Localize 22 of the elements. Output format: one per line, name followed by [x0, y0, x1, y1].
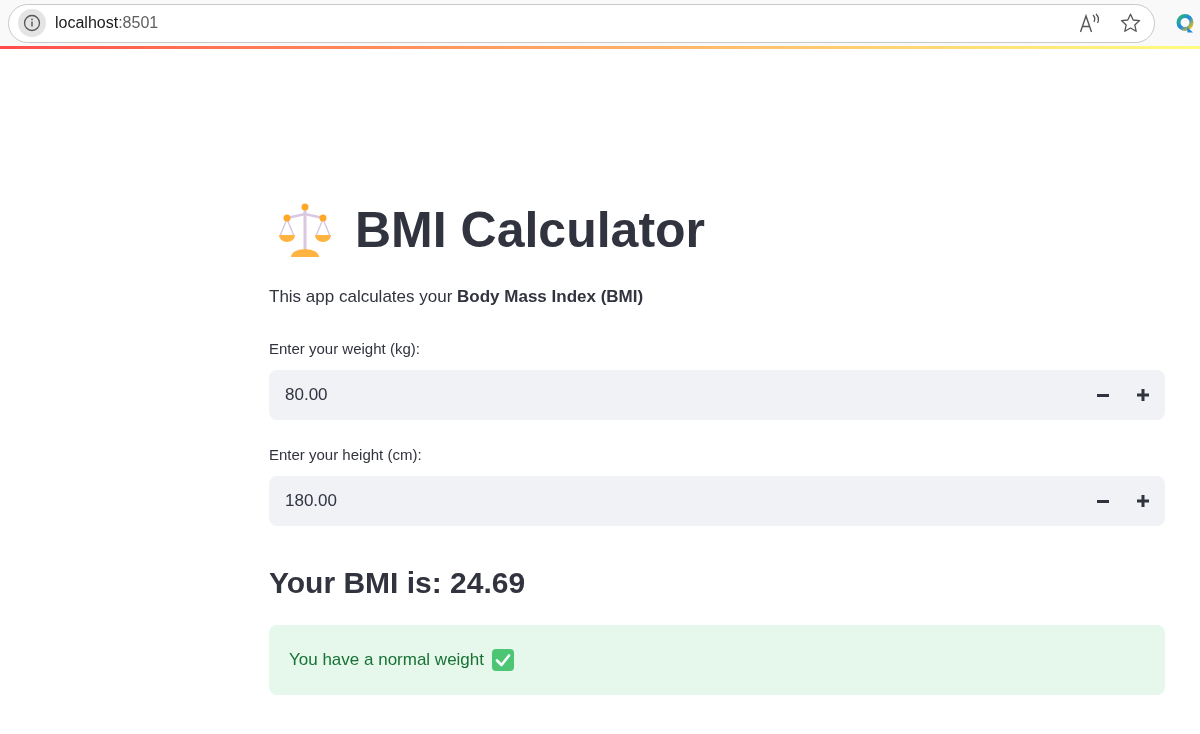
check-icon: [492, 649, 514, 671]
increment-button[interactable]: [1123, 476, 1165, 526]
info-icon[interactable]: [18, 9, 46, 37]
page-title: BMI Calculator: [355, 201, 706, 260]
number-input[interactable]: 80.00: [269, 370, 1083, 420]
field-label: Enter your weight (kg):: [269, 339, 421, 359]
balance-scale-icon: [277, 202, 333, 258]
alert-message: You have a normal weight: [289, 649, 484, 672]
minus-icon: [1097, 393, 1109, 397]
bmi-result-heading: Your BMI is: 24.69: [269, 565, 527, 601]
field-label: Enter your height (cm):: [269, 445, 423, 465]
increment-button[interactable]: [1123, 370, 1165, 420]
read-aloud-icon[interactable]: [1079, 13, 1101, 33]
app-description: This app calculates your Body Mass Index (BMI): [269, 286, 645, 308]
plus-icon: [1137, 389, 1149, 401]
star-icon[interactable]: [1120, 13, 1141, 33]
url-text: localhost:8501: [55, 13, 159, 33]
minus-icon: [1097, 499, 1109, 503]
extension-ring-icon[interactable]: [1175, 13, 1195, 33]
number-input[interactable]: 180.00: [269, 476, 1083, 526]
plus-icon: [1137, 495, 1149, 507]
address-bar[interactable]: localhost:8501: [8, 3, 1155, 43]
